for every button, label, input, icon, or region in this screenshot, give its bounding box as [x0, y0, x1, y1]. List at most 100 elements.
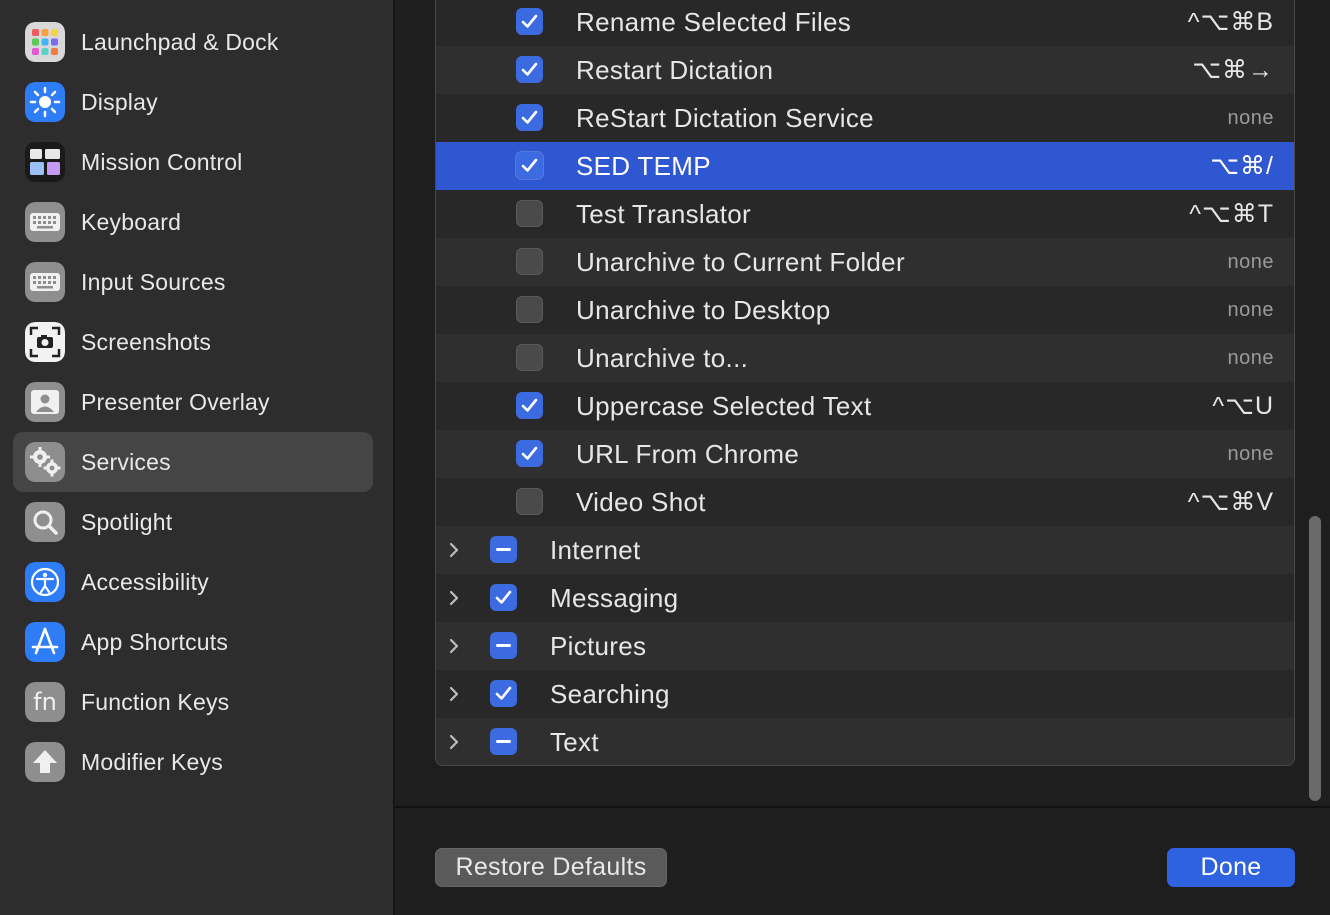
sidebar-item-label: Accessibility — [81, 568, 209, 595]
mixed-dash-icon — [496, 548, 511, 551]
chevron-right-icon[interactable] — [446, 588, 462, 608]
service-label: Restart Dictation — [576, 55, 774, 85]
chevron-right-icon[interactable] — [446, 636, 462, 656]
service-row[interactable]: Unarchive to... none — [436, 334, 1294, 382]
service-label: Unarchive to Desktop — [576, 295, 831, 325]
sidebar-item-services[interactable]: Services — [13, 432, 373, 492]
service-row[interactable]: Rename Selected Files ^⌥⌘B — [436, 0, 1294, 46]
display-icon — [25, 82, 65, 122]
service-row[interactable]: Video Shot ^⌥⌘V — [436, 478, 1294, 526]
service-checkbox[interactable] — [516, 8, 543, 35]
sidebar-item-modifier-keys[interactable]: Modifier Keys — [13, 732, 373, 792]
sidebar-item-app-shortcuts[interactable]: App Shortcuts — [13, 612, 373, 672]
shortcut-field[interactable]: none — [1228, 238, 1275, 286]
service-checkbox[interactable] — [516, 440, 543, 467]
category-row[interactable]: Pictures — [436, 622, 1294, 670]
sidebar-item-function-keys[interactable]: fn Function Keys — [13, 672, 373, 732]
service-row[interactable]: ReStart Dictation Service none — [436, 94, 1294, 142]
spotlight-icon — [25, 502, 65, 542]
shortcut-field[interactable]: ^⌥⌘V — [1188, 478, 1274, 526]
category-checkbox[interactable] — [490, 680, 517, 707]
function-keys-icon: fn — [25, 682, 65, 722]
category-checkbox[interactable] — [490, 584, 517, 611]
service-checkbox[interactable] — [516, 488, 543, 515]
scrollbar-thumb[interactable] — [1309, 516, 1321, 801]
sidebar-item-input-sources[interactable]: Input Sources — [13, 252, 373, 312]
modifier-keys-icon — [25, 742, 65, 782]
sidebar-item-accessibility[interactable]: Accessibility — [13, 552, 373, 612]
service-checkbox[interactable] — [516, 200, 543, 227]
input-sources-icon — [25, 262, 65, 302]
app-shortcuts-icon — [25, 622, 65, 662]
sidebar-item-label: Keyboard — [81, 208, 182, 235]
category-label: Internet — [550, 535, 641, 565]
service-label: ReStart Dictation Service — [576, 103, 874, 133]
shortcut-field[interactable]: ⌥⌘→ — [1192, 46, 1274, 94]
mixed-dash-icon — [496, 740, 511, 743]
divider — [395, 806, 1330, 808]
sidebar-item-presenter-overlay[interactable]: Presenter Overlay — [13, 372, 373, 432]
sidebar-item-label: Launchpad & Dock — [81, 28, 279, 55]
service-label: SED TEMP — [576, 151, 711, 181]
done-button[interactable]: Done — [1167, 848, 1295, 887]
service-checkbox[interactable] — [516, 248, 543, 275]
sidebar-item-label: Presenter Overlay — [81, 388, 270, 415]
service-checkbox[interactable] — [516, 152, 543, 179]
sidebar: Launchpad & Dock Display Mission Control Ke… — [0, 0, 395, 915]
shortcut-field[interactable]: none — [1228, 286, 1275, 334]
sidebar-item-label: Input Sources — [81, 268, 226, 295]
category-row[interactable]: Internet — [436, 526, 1294, 574]
category-label: Pictures — [550, 631, 647, 661]
service-checkbox[interactable] — [516, 296, 543, 323]
shortcut-field[interactable]: ^⌥⌘B — [1188, 0, 1274, 46]
category-checkbox[interactable] — [490, 728, 517, 755]
chevron-right-icon[interactable] — [446, 732, 462, 752]
service-checkbox[interactable] — [516, 104, 543, 131]
service-row[interactable]: Unarchive to Desktop none — [436, 286, 1294, 334]
sidebar-item-display[interactable]: Display — [13, 72, 373, 132]
shortcut-field[interactable]: ^⌥U — [1212, 382, 1274, 430]
category-row[interactable]: Messaging — [436, 574, 1294, 622]
category-label: Messaging — [550, 583, 679, 613]
sidebar-item-label: Function Keys — [81, 688, 230, 715]
shortcut-field[interactable]: none — [1228, 334, 1275, 382]
chevron-right-icon[interactable] — [446, 540, 462, 560]
scrollbar[interactable] — [1306, 0, 1324, 804]
sidebar-item-screenshots[interactable]: Screenshots — [13, 312, 373, 372]
category-checkbox[interactable] — [490, 632, 517, 659]
sidebar-item-label: Screenshots — [81, 328, 212, 355]
service-row[interactable]: Unarchive to Current Folder none — [436, 238, 1294, 286]
service-checkbox[interactable] — [516, 392, 543, 419]
service-row[interactable]: Uppercase Selected Text ^⌥U — [436, 382, 1294, 430]
mixed-dash-icon — [496, 644, 511, 647]
shortcut-field[interactable]: ⌥⌘/ — [1210, 142, 1274, 190]
category-label: Searching — [550, 679, 670, 709]
service-checkbox[interactable] — [516, 344, 543, 371]
sidebar-item-label: App Shortcuts — [81, 628, 229, 655]
service-label: Uppercase Selected Text — [576, 391, 872, 421]
sidebar-item-label: Mission Control — [81, 148, 243, 175]
service-label: Video Shot — [576, 487, 706, 517]
category-row[interactable]: Text — [436, 718, 1294, 765]
sidebar-item-keyboard[interactable]: Keyboard — [13, 192, 373, 252]
sidebar-item-mission-control[interactable]: Mission Control — [13, 132, 373, 192]
shortcut-field[interactable]: none — [1228, 430, 1275, 478]
service-row[interactable]: URL From Chrome none — [436, 430, 1294, 478]
service-row[interactable]: SED TEMP ⌥⌘/ — [436, 142, 1294, 190]
service-row[interactable]: Restart Dictation ⌥⌘→ — [436, 46, 1294, 94]
sidebar-item-launchpad-dock[interactable]: Launchpad & Dock — [13, 12, 373, 72]
service-label: Unarchive to Current Folder — [576, 247, 905, 277]
restore-defaults-button[interactable]: Restore Defaults — [435, 848, 667, 887]
sidebar-item-label: Display — [81, 88, 158, 115]
service-checkbox[interactable] — [516, 56, 543, 83]
screenshots-icon — [25, 322, 65, 362]
shortcut-field[interactable]: none — [1228, 94, 1275, 142]
sidebar-item-label: Modifier Keys — [81, 748, 223, 775]
chevron-right-icon[interactable] — [446, 684, 462, 704]
service-row[interactable]: Test Translator ^⌥⌘T — [436, 190, 1294, 238]
category-checkbox[interactable] — [490, 536, 517, 563]
service-label: URL From Chrome — [576, 439, 800, 469]
category-row[interactable]: Searching — [436, 670, 1294, 718]
shortcut-field[interactable]: ^⌥⌘T — [1189, 190, 1274, 238]
sidebar-item-spotlight[interactable]: Spotlight — [13, 492, 373, 552]
